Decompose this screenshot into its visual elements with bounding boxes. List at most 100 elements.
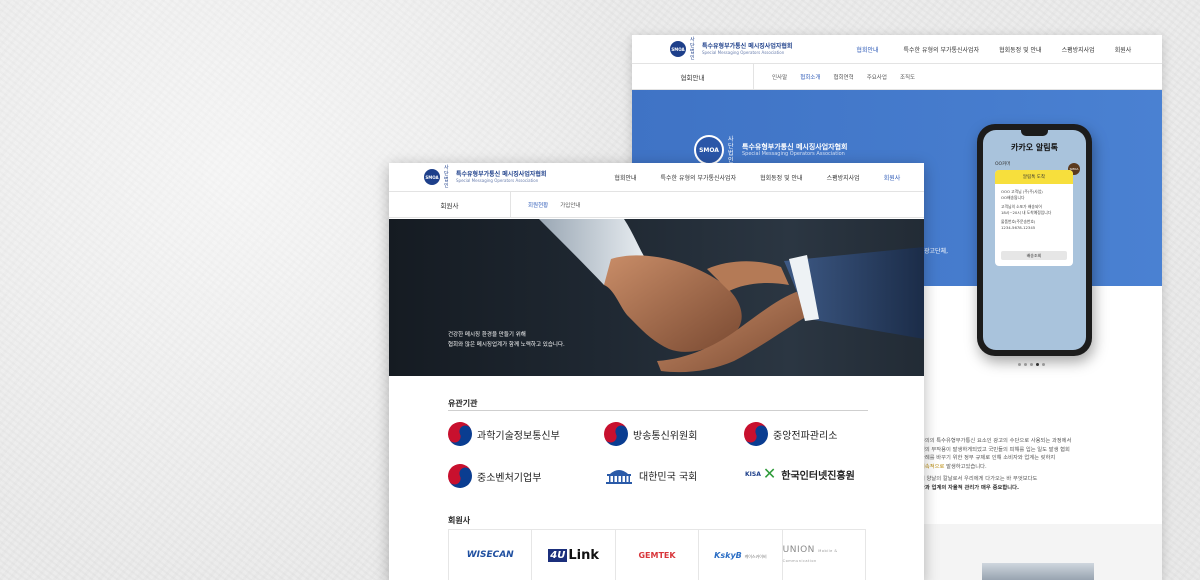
org-msit[interactable]: 과학기술정보통신부	[446, 422, 560, 446]
logo-name: 특수유형부가통신 메시징사업자협회	[456, 171, 547, 178]
org-national-assembly[interactable]: 대한민국 국회	[604, 466, 697, 484]
carousel-dots	[1018, 363, 1045, 366]
member-logo-box: 4U	[548, 548, 568, 562]
phone-screen: 카카오 알림톡 OO커머 SMOA 알림톡 도착 OOO 고객님 (주)주(사업…	[983, 130, 1086, 350]
member-logo-text: WISECAN	[466, 550, 514, 560]
kisa-x-mark: ✕	[762, 464, 777, 483]
nav-item-special-operators[interactable]: 특수한 유형의 부가통신사업자	[904, 45, 980, 54]
member-wisecan[interactable]: WISECAN	[449, 530, 533, 580]
member-gemtek[interactable]: GEMTEK	[616, 530, 700, 580]
member-logos: WISECAN 4U Link GEMTEK KskyB 케이스카이비 UNIO…	[448, 529, 866, 580]
member-kskyb[interactable]: KskyB 케이스카이비	[699, 530, 783, 580]
back-header: SMOA 사단 법인 특수유형부가통신 메시징사업자협회 Special Mes…	[632, 35, 1162, 64]
org-name: 과학기술정보통신부	[477, 430, 560, 442]
sub-item-business[interactable]: 주요사업	[867, 73, 887, 81]
front-section-title: 회원사	[389, 191, 511, 218]
org-name: 대한민국 국회	[639, 471, 698, 483]
hero-clipped-text: 광고단체,	[924, 248, 948, 255]
carousel-dot[interactable]	[1042, 363, 1045, 366]
sub-item-history[interactable]: 협회연혁	[833, 73, 853, 81]
taegeuk-icon	[740, 418, 772, 450]
delivery-check-button[interactable]: 배송조회	[1001, 251, 1067, 260]
body-line-end: 발생하고있습니다.	[946, 463, 987, 470]
body-line: 지속적으로 발생하고있습니다.	[920, 463, 1071, 472]
logo-prefix: 사단 법인	[690, 37, 695, 61]
nav-item-news[interactable]: 협회동정 및 안내	[760, 173, 802, 182]
org-mss[interactable]: 중소벤처기업부	[446, 464, 542, 488]
smartphone-mockup: 카카오 알림톡 OO커머 SMOA 알림톡 도착 OOO 고객님 (주)주(사업…	[977, 124, 1092, 356]
member-logo-text: KskyB	[714, 550, 742, 560]
org-name: 중소벤처기업부	[477, 472, 542, 484]
smoa-logo-icon: SMOA	[694, 135, 724, 165]
body-bold: 확과 업계의 자율적 관리가 매우 중요합니다.	[920, 484, 1019, 491]
front-main-nav: 협회안내 특수한 유형의 부가통신사업자 협회동정 및 안내 스팸방지사업 회원…	[614, 173, 924, 182]
org-crms[interactable]: 중앙전파관리소	[742, 422, 837, 446]
logo-english: Special Messaging Operators Association	[702, 50, 785, 55]
card-line: 1234-5678-12345	[1001, 225, 1036, 230]
body-line: 의 양날의 칼날로서 우리에게 다가오는 바 무엇보다도	[920, 476, 1038, 482]
smoa-logo-icon: SMOA	[670, 41, 686, 57]
org-kisa[interactable]: KISA ✕ 한국인터넷진흥원	[745, 466, 855, 482]
alimtalk-card: 알림톡 도착 OOO 고객님 (주)주(사업) OO배송됩니다 고객님의 소포가…	[995, 170, 1073, 266]
front-logo[interactable]: SMOA 사단 법인 특수유형부가통신 메시징사업자협회 Special Mes…	[424, 165, 546, 189]
back-logo[interactable]: SMOA 사단 법인 특수유형부가통신 메시징사업자협회 Special Mes…	[670, 37, 792, 61]
body-line: 확과 업계의 자율적 관리가 매우 중요합니다.	[920, 484, 1071, 493]
logo-prefix: 사단 법인	[728, 136, 734, 164]
body-line: 주의의 특수유형부가통신 요소인 광고의 수단으로 사용되는 과정에서	[920, 438, 1072, 444]
nav-item-about[interactable]: 협회안내	[614, 173, 636, 182]
sub-item-intro[interactable]: 협회소개	[800, 73, 820, 81]
org-kcc[interactable]: 방송통신위원회	[602, 422, 698, 446]
sub-item-join-guide[interactable]: 가입안내	[560, 201, 580, 209]
alimtalk-card-header: 알림톡 도착	[995, 170, 1073, 184]
logo-english: Special Messaging Operators Association	[456, 178, 539, 183]
kisa-icon: KISA ✕	[745, 466, 776, 482]
members-title: 회원사	[448, 516, 471, 525]
member-logo-text: UNION	[782, 545, 815, 555]
taegeuk-icon	[600, 418, 632, 450]
hero-copy: 건강한 메시징 환경을 만들기 위해 협회와 많은 메시징업계가 함께 노력하고…	[448, 330, 565, 350]
hero-copy-line: 건강한 메시징 환경을 만들기 위해	[448, 332, 526, 338]
nav-item-members[interactable]: 회원사	[1115, 45, 1132, 54]
sub-item-member-status[interactable]: 회원현황	[528, 201, 548, 209]
member-union[interactable]: UNION Mobile & Communication	[783, 530, 865, 580]
front-page-screenshot: SMOA 사단 법인 특수유형부가통신 메시징사업자협회 Special Mes…	[389, 163, 924, 580]
nav-item-members[interactable]: 회원사	[884, 173, 901, 182]
smoa-logo-icon: SMOA	[424, 169, 440, 185]
taegeuk-icon	[444, 418, 476, 450]
front-header: SMOA 사단 법인 특수유형부가통신 메시징사업자협회 Special Mes…	[389, 163, 924, 192]
member-4u-link[interactable]: 4U Link	[532, 530, 616, 580]
back-main-nav: 협회안내 특수한 유형의 부가통신사업자 협회동정 및 안내 스팸방지사업 회원…	[856, 45, 1151, 54]
divider	[448, 410, 868, 411]
sub-item-greeting[interactable]: 인사말	[772, 73, 787, 81]
carousel-dot[interactable]	[1024, 363, 1027, 366]
related-orgs-title: 유관기관	[448, 399, 478, 408]
back-body-text: 주의의 특수유형부가통신 요소인 광고의 수단으로 사용되는 과정에서 인의 부…	[920, 437, 1071, 492]
body-line: 인의 부작용이 발생하게되었고 국민들의 피해를 입는 일도 발생 협회	[920, 446, 1070, 453]
kakao-title: 카카오 알림톡	[1011, 143, 1058, 152]
member-logo-text: Link	[568, 547, 599, 563]
carousel-dot-active[interactable]	[1036, 363, 1039, 366]
national-assembly-icon	[606, 470, 632, 484]
nav-item-anti-spam[interactable]: 스팸방지사업	[827, 173, 860, 182]
handshake-hero: 건강한 메시징 환경을 만들기 위해 협회와 많은 메시징업계가 함께 노력하고…	[389, 219, 924, 376]
carousel-dot[interactable]	[1030, 363, 1033, 366]
nav-item-special-operators[interactable]: 특수한 유형의 부가통신사업자	[661, 173, 737, 182]
org-name: 방송통신위원회	[633, 430, 698, 442]
kakao-sender: OO커머	[995, 162, 1011, 167]
back-sub-nav: 협회안내 인사말 협회소개 협회연혁 주요사업 조직도	[632, 63, 1162, 90]
logo-english: Special Messaging Operators Association	[742, 151, 845, 157]
phone-notch	[1021, 130, 1048, 136]
kisa-prefix: KISA	[745, 470, 761, 478]
sub-item-org-chart[interactable]: 조직도	[900, 73, 915, 81]
front-sub-nav: 회원사 회원현황 가입안내	[389, 191, 924, 218]
logo-prefix: 사단 법인	[444, 165, 449, 189]
body-line: 사례를 바꾸기 위한 정부 규제로 인해 소비자와 업계는 릿하지	[920, 455, 1056, 461]
nav-item-about[interactable]: 협회안내	[856, 45, 878, 54]
nav-item-news[interactable]: 협회동정 및 안내	[999, 45, 1041, 54]
logo-name: 특수유형부가통신 메시징사업자협회	[702, 43, 793, 50]
org-name: 한국인터넷진흥원	[781, 470, 855, 482]
taegeuk-icon	[444, 460, 476, 492]
carousel-dot[interactable]	[1018, 363, 1021, 366]
back-photo	[982, 563, 1094, 580]
nav-item-anti-spam[interactable]: 스팸방지사업	[1062, 45, 1095, 54]
